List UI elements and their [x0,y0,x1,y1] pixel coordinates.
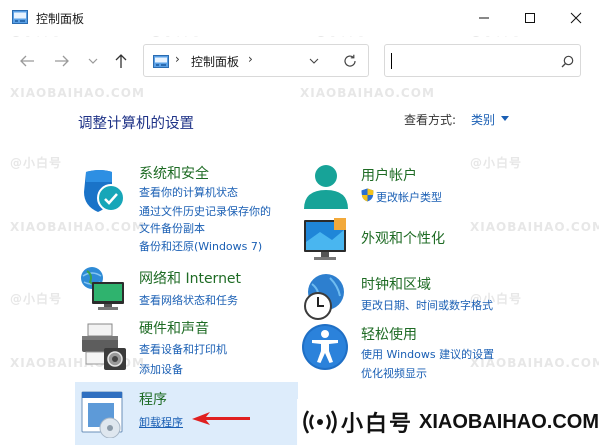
address-bar[interactable]: › 控制面板 › [143,44,369,77]
refresh-icon [344,54,356,67]
category-title[interactable]: 外观和个性化 [361,228,445,248]
page-title: 调整计算机的设置 [78,116,194,132]
category-title[interactable]: 硬件和声音 [139,318,209,338]
arrow-left-icon [20,55,34,67]
view-by-dropdown[interactable]: 类别 [471,111,495,128]
search-button[interactable] [559,53,575,69]
monitor-icon [304,218,346,260]
watermark-text: @小白号 [470,156,523,170]
back-button[interactable] [16,48,38,74]
recent-locations-button[interactable] [85,48,101,74]
user-icon [304,165,348,209]
brand-domain: XIAOBAIHAO.COM [419,410,599,433]
close-button[interactable] [553,0,599,36]
link-file-history[interactable]: 通过文件历史记录保存你的 [139,203,271,219]
minimize-button[interactable] [461,0,507,36]
link-uninstall-program[interactable]: 卸载程序 [139,414,183,430]
link-add-device[interactable]: 添加设备 [139,361,183,377]
link-network-status[interactable]: 查看网络状态和任务 [139,292,238,308]
window-title: 控制面板 [36,12,85,26]
watermark-text: XIAOBAIHAO.COM [470,220,599,234]
close-icon [570,12,582,24]
link-recommended-settings[interactable]: 使用 Windows 建议的设置 [361,346,494,362]
control-panel-icon [12,10,28,24]
watermark-text: XIAOBAIHAO.COM [300,86,435,100]
network-icon [81,267,124,310]
breadcrumb-separator[interactable]: › [248,52,253,66]
link-file-history-cont[interactable]: 文件备份副本 [139,220,205,236]
control-panel-icon [153,55,169,68]
view-by-label: 查看方式: [404,113,457,127]
watermark-text: XIAOBAIHAO.COM [10,220,145,234]
watermark-text: @小白号 [10,292,63,306]
category-title[interactable]: 网络和 Internet [139,268,241,288]
programs-icon [81,391,123,438]
watermark-text: XIAOBAIHAO.COM [10,86,145,100]
category-title[interactable]: 系统和安全 [139,163,209,183]
link-view-computer-status[interactable]: 查看你的计算机状态 [139,184,238,200]
chevron-down-icon [309,58,319,64]
refresh-button[interactable] [342,53,358,69]
category-title[interactable]: 轻松使用 [361,324,417,344]
arrow-right-icon [55,55,69,67]
annotation-arrow-icon [192,412,250,425]
uac-shield-icon [361,188,374,202]
up-button[interactable] [110,48,132,74]
clock-globe-icon [304,274,344,320]
maximize-icon [525,13,535,23]
shield-icon [84,170,125,212]
link-optimize-display[interactable]: 优化视频显示 [361,365,427,381]
search-icon [561,55,573,67]
search-input[interactable] [384,44,581,77]
address-dropdown-button[interactable] [307,54,321,68]
category-title[interactable]: 程序 [139,389,167,409]
minimize-icon [479,17,489,19]
watermark-text: @小白号 [10,156,63,170]
category-title[interactable]: 时钟和区域 [361,274,431,294]
category-title[interactable]: 用户帐户 [361,165,417,185]
caret-down-icon[interactable] [501,116,509,121]
chevron-down-icon [88,58,98,64]
title-bar[interactable]: 控制面板 [0,0,599,36]
link-change-account-type[interactable]: 更改帐户类型 [376,189,442,205]
brand-name: 小白号 [341,412,414,437]
printer-icon [82,323,126,370]
signal-icon [303,410,337,434]
link-change-date-time[interactable]: 更改日期、时间或数字格式 [361,297,493,313]
brand-watermark: 小白号 XIAOBAIHAO.COM [297,399,599,445]
breadcrumb-separator[interactable]: › [175,52,180,66]
forward-button[interactable] [51,48,73,74]
link-backup-restore[interactable]: 备份和还原(Windows 7) [139,238,262,254]
breadcrumb-item[interactable]: 控制面板 [191,53,239,70]
maximize-button[interactable] [507,0,553,36]
text-cursor [391,53,392,69]
link-devices-printers[interactable]: 查看设备和打印机 [139,341,227,357]
accessibility-icon [302,324,348,370]
arrow-up-icon [115,54,127,68]
